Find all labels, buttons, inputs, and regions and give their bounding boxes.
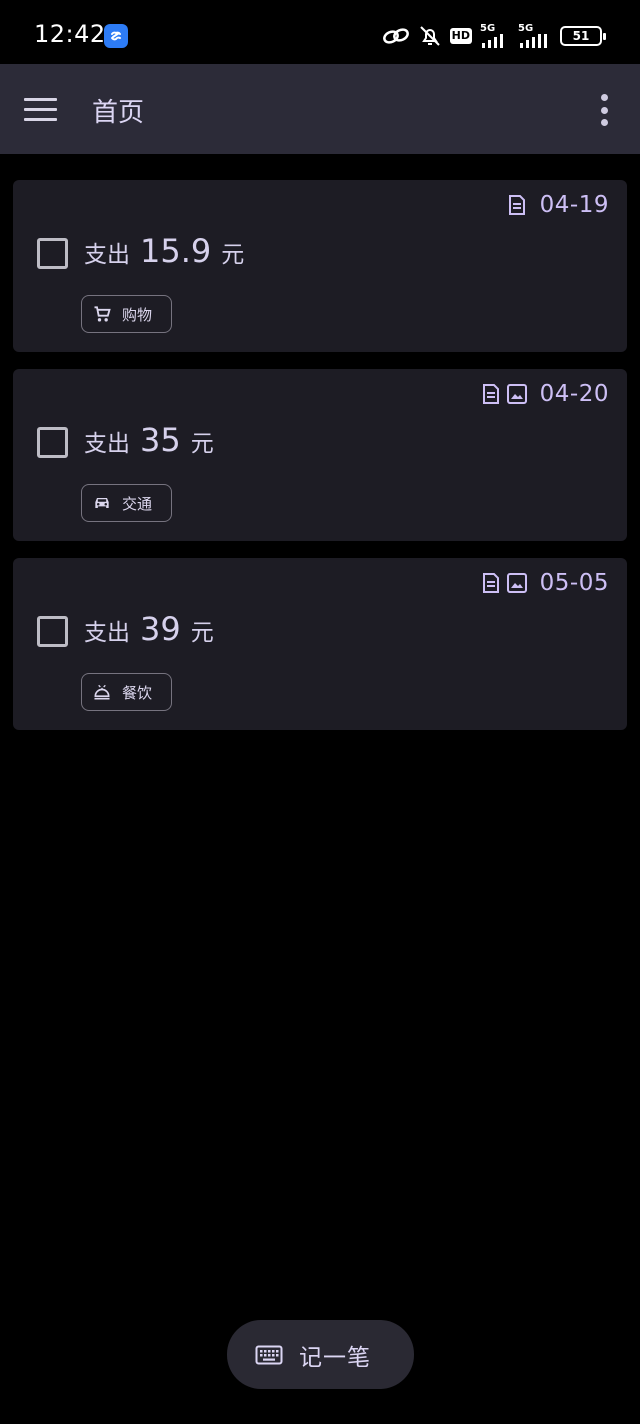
- category-label: 交通: [122, 494, 153, 513]
- entry-unit: 元: [190, 620, 214, 646]
- battery-icon: 51: [560, 26, 606, 46]
- entry-card[interactable]: 04-20 支出 35 元 交通: [13, 369, 627, 541]
- status-icons: HD 5G 5G 51: [382, 22, 606, 50]
- image-icon: [506, 573, 527, 593]
- signal-2: 5G: [518, 24, 552, 48]
- entry-amount: 15.9: [140, 232, 212, 270]
- signal-bars-icon: [520, 34, 547, 48]
- hd-badge: HD: [449, 28, 472, 44]
- entry-checkbox[interactable]: [37, 238, 68, 269]
- status-time: 12:42: [34, 20, 106, 48]
- entry-checkbox[interactable]: [37, 616, 68, 647]
- entry-amount: 35: [140, 421, 181, 459]
- note-icon: [508, 195, 525, 215]
- entry-date: 05-05: [539, 570, 609, 596]
- status-bar: 12:42 HD 5G 5G 51: [0, 0, 640, 64]
- app-bar: 首页: [0, 64, 640, 154]
- entry-checkbox[interactable]: [37, 427, 68, 458]
- entry-meta: 04-20: [480, 381, 609, 407]
- battery-level: 51: [572, 29, 590, 43]
- entry-amount-row: 支出 39 元: [84, 610, 214, 648]
- entry-list: 04-19 支出 15.9 元 购物 04-20 支出 35 元 交通 05-0…: [13, 180, 627, 747]
- entry-card[interactable]: 04-19 支出 15.9 元 购物: [13, 180, 627, 352]
- dining-icon: [94, 684, 110, 700]
- entry-meta: 04-19: [506, 192, 609, 218]
- category-chip[interactable]: 购物: [81, 295, 172, 333]
- menu-icon[interactable]: [24, 90, 66, 128]
- signal-1: 5G: [480, 24, 510, 48]
- entry-type: 支出: [84, 431, 130, 457]
- entry-card[interactable]: 05-05 支出 39 元 餐饮: [13, 558, 627, 730]
- link-app-icon: [104, 24, 128, 48]
- entry-date: 04-20: [539, 381, 609, 407]
- car-icon: [95, 498, 109, 508]
- page-title: 首页: [92, 98, 145, 128]
- image-icon: [506, 384, 527, 404]
- link-icon: [382, 28, 409, 44]
- entry-unit: 元: [190, 431, 214, 457]
- entry-unit: 元: [221, 242, 245, 268]
- entry-amount-row: 支出 35 元: [84, 421, 214, 459]
- entry-type: 支出: [84, 242, 130, 268]
- bell-off-icon: [419, 26, 440, 46]
- signal-bars-icon: [482, 34, 503, 48]
- keyboard-icon: [255, 1345, 283, 1364]
- add-entry-label: 记一笔: [299, 1344, 371, 1371]
- cart-icon: [94, 306, 111, 322]
- category-label: 餐饮: [122, 683, 153, 702]
- category-chip[interactable]: 餐饮: [81, 673, 172, 711]
- entry-date: 04-19: [539, 192, 609, 218]
- entry-meta: 05-05: [480, 570, 609, 596]
- entry-type: 支出: [84, 620, 130, 646]
- note-icon: [482, 384, 499, 404]
- category-chip[interactable]: 交通: [81, 484, 172, 522]
- note-icon: [482, 573, 499, 593]
- entry-amount: 39: [140, 610, 181, 648]
- add-entry-button[interactable]: 记一笔: [227, 1320, 414, 1389]
- more-options-icon[interactable]: [598, 94, 610, 126]
- entry-amount-row: 支出 15.9 元: [84, 232, 244, 270]
- category-label: 购物: [122, 305, 153, 324]
